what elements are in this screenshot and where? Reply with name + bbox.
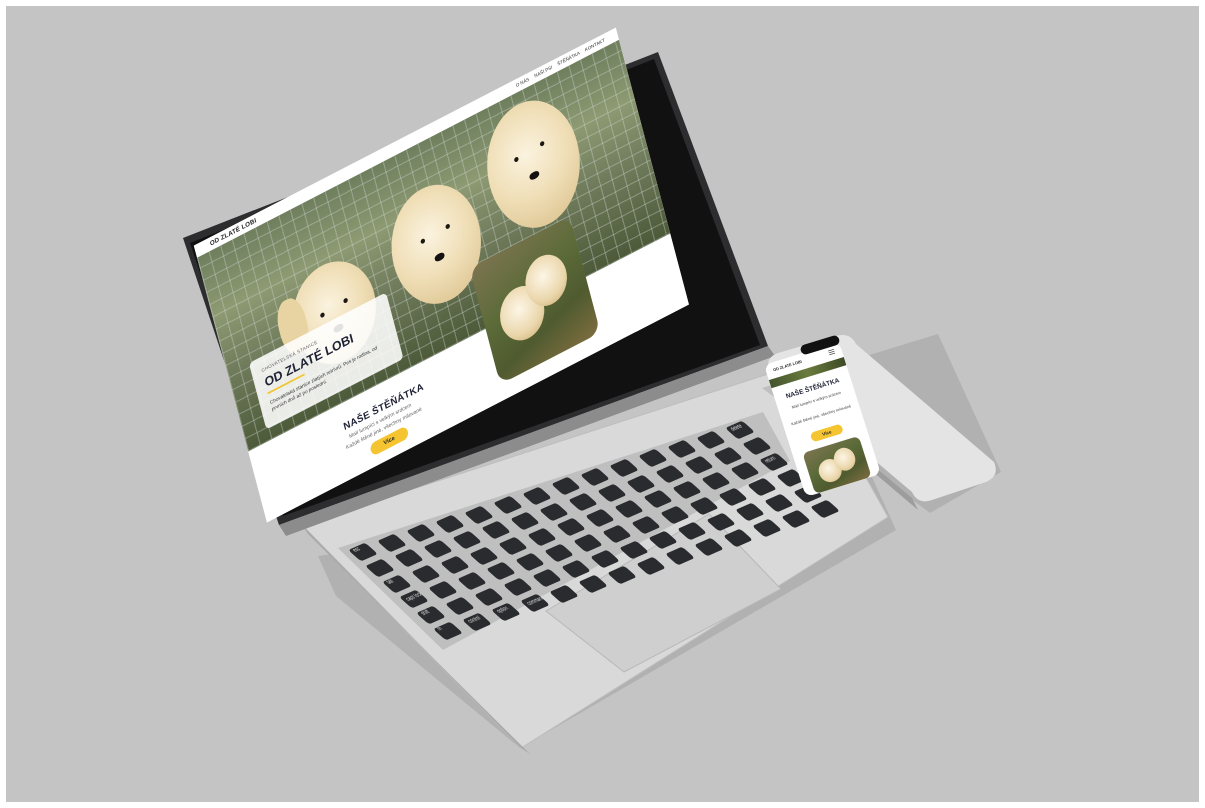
- hamburger-menu-icon[interactable]: [828, 349, 836, 356]
- phone-device: [762, 334, 1001, 513]
- mockup-stage: esc tab caps lock shift fn control option comma…: [0, 0, 1205, 808]
- phone-more-button[interactable]: Více: [809, 423, 844, 443]
